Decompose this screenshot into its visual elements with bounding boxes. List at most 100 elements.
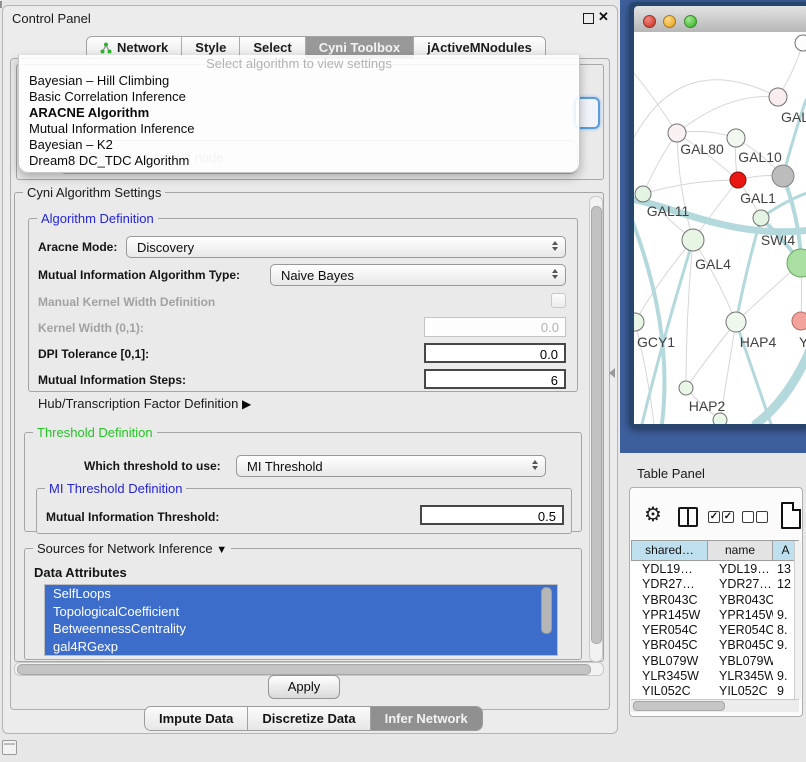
control-panel-title: Control Panel <box>12 11 91 26</box>
checked-checkbox-icon[interactable]: ✓ <box>708 511 720 523</box>
minimize-traffic-light-icon[interactable] <box>663 15 676 28</box>
hub-definition-toggle[interactable]: Hub/Transcription Factor Definition ▶ <box>38 396 251 411</box>
algorithm-dropdown-hint: Select algorithm to view settings <box>19 55 579 73</box>
close-traffic-light-icon[interactable] <box>643 15 656 28</box>
table-cell: YDR27… <box>708 577 773 592</box>
network-node-gal7[interactable] <box>769 88 787 106</box>
table-cell: YLR345W <box>631 669 708 684</box>
splitter-collapse-arrow[interactable] <box>609 368 615 378</box>
data-attributes-list[interactable]: SelfLoopsTopologicalCoefficientBetweenne… <box>44 584 558 656</box>
network-node-gal80[interactable] <box>668 124 686 142</box>
network-node-gal1[interactable] <box>730 172 746 188</box>
network-node-hap2[interactable] <box>679 381 693 395</box>
table-cell: YBR043C <box>631 593 708 608</box>
aracne-mode-select[interactable]: Discovery <box>126 236 566 258</box>
tab-impute-data[interactable]: Impute Data <box>145 707 248 730</box>
network-edge[interactable] <box>693 240 736 322</box>
table-cell: YDL19… <box>631 562 708 577</box>
document-icon[interactable] <box>781 502 801 529</box>
table-cell: YBR045C <box>708 638 773 653</box>
table-panel-title: Table Panel <box>637 466 705 481</box>
table-vertical-scrollbar[interactable] <box>794 541 801 699</box>
network-canvas[interactable]: GAL7GAL80GAL10GAL1SWI4GAL11GAL4GCY1HAP4Y… <box>634 32 806 424</box>
combo-stepper-icon <box>532 460 538 470</box>
manual-kernel-checkbox[interactable] <box>551 293 566 308</box>
attribute-list-item[interactable]: gal4RGexp <box>45 638 557 656</box>
network-edge[interactable] <box>634 66 677 133</box>
close-icon[interactable]: ✕ <box>598 9 609 25</box>
column-manager-icon[interactable] <box>678 507 698 527</box>
table-body: YDL19…YDL19…13YDR27…YDR27…12YBR043CYBR04… <box>631 562 799 700</box>
column-header-shared-name[interactable]: shared… <box>631 540 708 561</box>
collapse-down-icon: ▼ <box>216 544 227 556</box>
network-edge[interactable] <box>643 133 677 194</box>
gear-icon[interactable]: ⚙ <box>644 504 662 526</box>
table-row[interactable]: YLR345WYLR345W9. <box>631 669 799 684</box>
table-row[interactable]: YBR043CYBR043C <box>631 593 799 608</box>
mi-algorithm-type-select[interactable]: Naive Bayes <box>270 264 566 286</box>
mi-steps-field[interactable]: 6 <box>424 369 566 389</box>
mi-steps-label: Mutual Information Steps: <box>38 373 186 387</box>
attribute-list-item[interactable]: SelfLoops <box>45 585 557 603</box>
table-row[interactable]: YBR045CYBR045C9. <box>631 638 799 653</box>
table-row[interactable]: YDR27…YDR27…12 <box>631 577 799 592</box>
column-header-name[interactable]: name <box>708 540 773 561</box>
network-node-salmon-node[interactable] <box>792 312 806 330</box>
tab-discretize-data[interactable]: Discretize Data <box>248 707 370 730</box>
algorithm-option[interactable]: Bayesian – Hill Climbing <box>19 73 579 89</box>
float-window-icon[interactable] <box>583 13 594 24</box>
which-threshold-select[interactable]: MI Threshold <box>236 455 546 477</box>
list-scrollbar-thumb[interactable] <box>541 587 552 634</box>
network-node-bottom-partial[interactable] <box>713 413 727 424</box>
tab-label: Discretize Data <box>262 711 355 726</box>
sources-group-title[interactable]: Sources for Network Inference ▼ <box>33 541 231 556</box>
aracne-mode-label: Aracne Mode: <box>38 240 117 254</box>
network-node-gcy1[interactable] <box>634 313 644 331</box>
table-horizontal-scrollbar-thumb[interactable] <box>633 701 725 711</box>
minimized-panel-icon[interactable] <box>2 740 17 755</box>
algorithm-option[interactable]: Bayesian – K2 <box>19 137 579 153</box>
dpi-tolerance-field[interactable]: 0.0 <box>424 343 566 363</box>
network-node-gal10[interactable] <box>727 129 745 147</box>
table-row[interactable]: YER054CYER054C8. <box>631 623 799 638</box>
algorithm-option[interactable]: Basic Correlation Inference <box>19 89 579 105</box>
table-row[interactable]: YIL052CYIL052C9 <box>631 684 799 699</box>
network-edge[interactable] <box>686 322 736 388</box>
node-label: GAL4 <box>695 256 731 272</box>
apply-button[interactable]: Apply <box>268 675 340 699</box>
unchecked-checkbox-icon[interactable] <box>756 511 768 523</box>
network-node-swi4[interactable] <box>753 210 769 226</box>
algorithm-option[interactable]: Dream8 DC_TDC Algorithm <box>19 153 579 169</box>
settings-vertical-scrollbar-thumb[interactable] <box>591 206 602 644</box>
mi-threshold-field[interactable]: 0.5 <box>420 505 564 525</box>
algorithm-option[interactable]: ARACNE Algorithm <box>19 105 579 121</box>
algorithm-option[interactable]: Mutual Information Inference <box>19 121 579 137</box>
network-node-gray-node[interactable] <box>772 165 794 187</box>
table-cell: YBR045C <box>631 638 708 653</box>
zoom-traffic-light-icon[interactable] <box>684 15 697 28</box>
checked-checkbox-icon[interactable]: ✓ <box>722 511 734 523</box>
table-cell: YBL079W <box>708 654 773 669</box>
network-window-titlebar[interactable] <box>634 6 806 33</box>
dpi-tolerance-label: DPI Tolerance [0,1]: <box>38 347 149 361</box>
network-edge[interactable] <box>756 350 806 424</box>
table-row[interactable]: YPR145WYPR145W9. <box>631 608 799 623</box>
network-edge[interactable] <box>736 218 761 322</box>
settings-horizontal-scrollbar-thumb[interactable] <box>17 664 591 675</box>
tab-infer-network[interactable]: Infer Network <box>371 707 482 730</box>
network-edge[interactable] <box>677 96 778 133</box>
network-node-hap4[interactable] <box>726 312 746 332</box>
attribute-list-item[interactable]: BetweennessCentrality <box>45 620 557 638</box>
network-node-gal4[interactable] <box>682 229 704 251</box>
kernel-width-field[interactable]: 0.0 <box>424 317 566 337</box>
unchecked-checkbox-icon[interactable] <box>742 511 754 523</box>
table-row[interactable]: YDL19…YDL19…13 <box>631 562 799 577</box>
network-node-top-partial[interactable] <box>795 35 806 51</box>
network-node-gal11[interactable] <box>635 186 651 202</box>
mi-threshold-group-title: MI Threshold Definition <box>45 481 186 496</box>
table-row[interactable]: YBL079WYBL079W <box>631 654 799 669</box>
combo-stepper-icon <box>552 269 558 279</box>
network-graph: GAL7GAL80GAL10GAL1SWI4GAL11GAL4GCY1HAP4Y… <box>634 32 806 424</box>
network-edge[interactable] <box>643 180 738 194</box>
attribute-list-item[interactable]: TopologicalCoefficient <box>45 603 557 621</box>
